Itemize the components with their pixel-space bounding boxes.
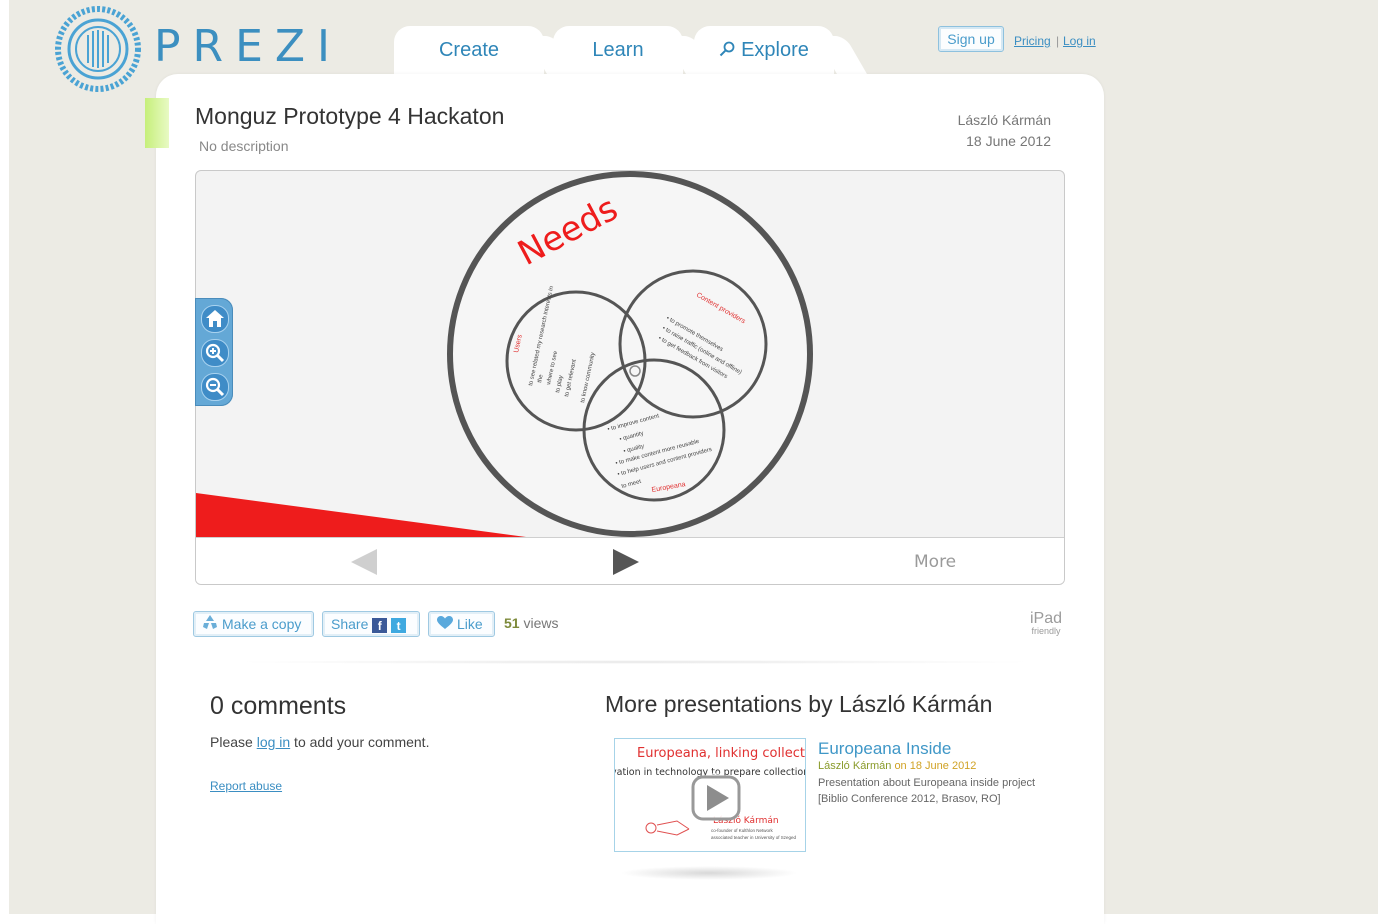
next-arrow-icon[interactable] [611, 549, 639, 575]
zoom-out-icon [205, 377, 225, 397]
viewer-nav-bar: More [196, 537, 1064, 584]
tab-learn-label: Learn [592, 39, 644, 61]
comments-title: 0 comments [210, 692, 347, 720]
twitter-icon: t [391, 617, 407, 633]
prezi-wordmark: PREZI [154, 21, 343, 72]
zoom-in-button[interactable] [201, 339, 229, 367]
thumb-role-2: associated teacher in University of Szeg… [711, 835, 797, 840]
related-presentation-title[interactable]: Europeana Inside [818, 739, 951, 759]
tab-learn[interactable]: Learn [553, 26, 683, 74]
ipad-sub-label: friendly [1031, 626, 1061, 636]
presentation-description: No description [199, 138, 289, 154]
zoom-out-button[interactable] [201, 373, 229, 401]
share-label: Share [331, 616, 369, 632]
presentation-title: Monguz Prototype 4 Hackaton [195, 103, 505, 129]
more-button[interactable]: More [914, 552, 956, 572]
tab-create-label: Create [438, 39, 500, 61]
author-name[interactable]: László Kármán [900, 112, 1051, 128]
like-button[interactable]: Like [428, 611, 495, 637]
prezi-canvas[interactable]: Needs Users to see related my research i… [196, 171, 1064, 537]
presentation-thumbnail[interactable]: Europeana, linking collections vation in… [614, 738, 806, 852]
red-swoosh [196, 493, 526, 537]
presentation-date: 18 June 2012 [966, 133, 1051, 149]
tab-explore[interactable]: Explore [694, 26, 834, 74]
views-label: views [523, 615, 559, 631]
related-presentation-description: Presentation about Europeana inside proj… [818, 777, 1036, 805]
comments-prompt-after: to add your comment. [290, 734, 430, 750]
login-link[interactable]: Log in [1063, 34, 1096, 48]
zoom-controls [195, 298, 233, 406]
related-date-prefix: on [894, 760, 907, 772]
report-abuse-link[interactable]: Report abuse [210, 779, 282, 793]
outer-circle [447, 171, 813, 537]
recycle-icon [202, 613, 218, 637]
make-copy-label: Make a copy [222, 616, 302, 632]
facebook-icon: f [372, 617, 388, 633]
prev-arrow-icon[interactable] [351, 549, 379, 575]
zoom-in-icon [205, 343, 225, 363]
make-copy-button[interactable]: Make a copy [193, 611, 314, 637]
view-count: 51 views [504, 615, 558, 631]
tab-create[interactable]: Create [394, 26, 544, 74]
thumb-role-1: co-founder of Kulthlon Network [711, 828, 774, 833]
thumb-heading: Europeana, linking collections [637, 746, 805, 761]
share-button[interactable]: Share f t [322, 611, 420, 637]
home-icon [206, 310, 224, 327]
section-divider [230, 660, 1040, 664]
related-author[interactable]: László Kármán [818, 760, 891, 772]
pricing-link[interactable]: Pricing [1014, 34, 1051, 48]
comments-login-link[interactable]: log in [257, 734, 290, 750]
heart-icon [437, 613, 453, 637]
header-separator: | [1056, 34, 1060, 48]
ipad-label: iPad [1030, 610, 1063, 627]
green-accent-tab [145, 98, 169, 148]
thumbnail-shadow [620, 866, 798, 880]
related-date: 18 June 2012 [909, 760, 977, 772]
prezi-swirl-icon [55, 6, 141, 92]
comments-prompt-before: Please [210, 734, 257, 750]
prezi-viewer[interactable]: Needs Users to see related my research i… [195, 170, 1065, 585]
ipad-friendly-badge: iPad friendly [1030, 611, 1062, 636]
tab-explore-label: Explore [741, 39, 809, 61]
like-label: Like [457, 616, 483, 632]
home-button[interactable] [201, 305, 229, 333]
related-presentation-meta: László Kármán on 18 June 2012 [818, 760, 976, 772]
views-number: 51 [504, 615, 520, 631]
comments-prompt: Please log in to add your comment. [210, 734, 429, 750]
search-icon [719, 27, 735, 75]
signup-button[interactable]: Sign up [938, 26, 1004, 52]
thumbnail-image: Europeana, linking collections vation in… [615, 739, 805, 851]
more-presentations-title: More presentations by László Kármán [605, 691, 993, 717]
